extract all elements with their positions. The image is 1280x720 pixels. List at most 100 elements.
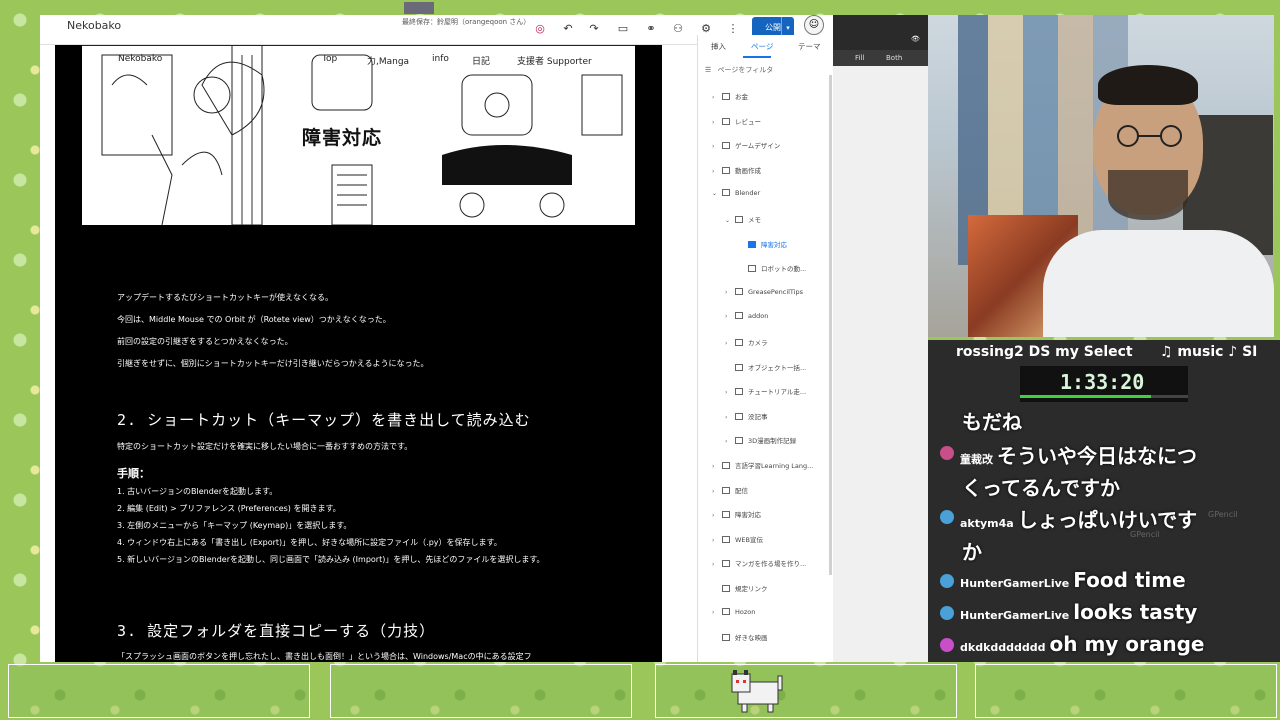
page-icon — [735, 216, 743, 223]
chevron-right-icon[interactable]: › — [712, 143, 722, 150]
chevron-down-icon[interactable]: ⌄ — [725, 217, 735, 224]
page-tree-item[interactable]: › 障害対応 — [712, 509, 761, 523]
page-tree-item[interactable]: › お金 — [712, 91, 748, 105]
chat-message: dkdkddddddd oh my orange — [940, 632, 1205, 656]
page-filter[interactable]: ☰ ページをフィルタ — [705, 65, 773, 75]
site-logo[interactable]: Nekobako — [118, 54, 162, 64]
chevron-right-icon[interactable]: › — [725, 340, 735, 347]
page-tree-item[interactable]: › 3D漫画制作記録 — [725, 435, 796, 449]
chevron-right-icon[interactable]: › — [712, 168, 722, 175]
gpencil-label: GPencil — [1208, 510, 1238, 519]
site-name[interactable]: Nekobako — [67, 19, 121, 32]
page-tree-label: お金 — [735, 93, 748, 101]
blender-toolbar — [833, 50, 928, 66]
chevron-right-icon[interactable]: › — [712, 463, 722, 470]
page-icon — [722, 511, 730, 519]
viewport-eye-icon[interactable]: 👁 — [911, 35, 920, 43]
blender-window-partial: Fill Both 👁 — [833, 15, 928, 662]
page-icon — [722, 634, 730, 642]
top-pixel-sprite — [404, 2, 434, 14]
blender-panel-ghost: GPencil GPencil — [1108, 510, 1280, 610]
chevron-right-icon[interactable]: › — [712, 561, 722, 568]
link-icon[interactable]: ⚭ — [643, 21, 659, 37]
page-tree-label: 規定リンク — [735, 585, 768, 593]
chat-message: くってるんですか — [962, 472, 1120, 501]
chat-message: か — [962, 536, 982, 565]
page-tree-item[interactable]: › 動画作成 — [712, 165, 761, 179]
tab-insert[interactable]: 挿入 — [711, 41, 726, 52]
tab-pages[interactable]: ページ — [751, 41, 773, 52]
page-tree-item[interactable]: ⌄ メモ — [725, 214, 761, 228]
page-tree-item[interactable]: › addon — [725, 312, 768, 326]
nav-item-manga[interactable]: 力,Manga — [367, 54, 409, 67]
page-tree-item[interactable]: › カメラ — [725, 337, 768, 351]
chevron-right-icon[interactable]: › — [725, 414, 735, 421]
page-icon — [722, 462, 730, 469]
tab-theme[interactable]: テーマ — [798, 41, 821, 52]
page-tree-label: 障害対応 — [735, 511, 761, 520]
page-tree-item[interactable]: › 言語学習Learning Lang... — [712, 460, 813, 474]
chat-avatar — [940, 446, 954, 460]
pixel-cat-sprite — [731, 670, 783, 713]
page-tree-item[interactable]: › Hozon — [712, 607, 755, 622]
chevron-right-icon[interactable]: › — [712, 609, 722, 616]
chevron-right-icon[interactable]: › — [725, 438, 735, 445]
page-icon — [735, 412, 743, 420]
share-user-icon[interactable]: ⚇ — [670, 21, 686, 37]
undo-icon[interactable]: ↶ — [560, 21, 576, 37]
page-tree-item[interactable]: 規定リンク — [712, 583, 768, 597]
page-tree-item[interactable]: › 配信 — [712, 485, 748, 499]
chevron-down-icon[interactable]: ⌄ — [712, 190, 722, 197]
page-icon — [748, 240, 756, 248]
chat-message: 童裁改 そういや今日はなにつ — [940, 440, 1197, 469]
chevron-right-icon[interactable]: › — [725, 389, 735, 396]
nav-item-diary[interactable]: 日記 — [472, 54, 490, 67]
step-item: 3. 左側のメニューから「キーマップ (Keymap)」を選択します。 — [117, 521, 352, 530]
sidebar-scrollbar[interactable] — [829, 75, 832, 575]
page-tree-item[interactable]: › ゲームデザイン — [712, 140, 780, 154]
page-tree-item[interactable]: › 没記事 — [725, 411, 768, 425]
chevron-right-icon[interactable]: › — [725, 313, 735, 320]
timer-progress-fill — [1020, 395, 1152, 398]
redo-icon[interactable]: ↷ — [586, 21, 602, 37]
page-icon — [722, 560, 730, 568]
both-option[interactable]: Both — [886, 54, 902, 62]
page-tree-label: ゲームデザイン — [735, 142, 781, 151]
page-preview: Nekobako Top 力,Manga info 日記 支援者 Support… — [55, 45, 662, 662]
account-avatar[interactable]: ☺ — [804, 15, 824, 35]
chat-message: HunterGamerLive Food time — [940, 568, 1186, 592]
page-tree-item[interactable]: オブジェクト一括... — [725, 362, 806, 376]
page-tree-item[interactable]: › チュートリアル走... — [725, 386, 806, 400]
paragraph: アップデートするたびショートカットキーが使えなくなる。 — [117, 293, 333, 302]
chat-avatar — [940, 574, 954, 588]
chevron-right-icon[interactable]: › — [712, 537, 722, 544]
chevron-right-icon[interactable]: › — [725, 289, 735, 296]
chat-text: oh my orange — [1049, 632, 1205, 656]
page-tree-item[interactable]: 好きな映画 — [712, 632, 768, 646]
page-icon — [735, 312, 743, 320]
page-tree-item[interactable]: › マンガを作る場を作り... — [712, 558, 806, 572]
nav-item-info[interactable]: info — [432, 54, 449, 64]
chat-author: 童裁改 — [960, 453, 993, 466]
ai-assist-icon[interactable]: ◎ — [532, 21, 548, 37]
page-tree-item[interactable]: ⌄ Blender — [712, 189, 760, 203]
page-tree-item[interactable]: › WEB宣伝 — [712, 534, 763, 548]
fill-option[interactable]: Fill — [855, 54, 864, 62]
device-preview-icon[interactable]: ▭ — [615, 21, 631, 37]
chevron-right-icon[interactable]: › — [712, 119, 722, 126]
nav-item-supporter[interactable]: 支援者 Supporter — [517, 54, 592, 67]
page-tree-item[interactable]: › レビュー — [712, 116, 761, 130]
chevron-right-icon[interactable]: › — [712, 488, 722, 495]
save-status: 最終保存：鈴屋明（orangeqoon さん） — [402, 18, 531, 26]
editor-window: Nekobako 最終保存：鈴屋明（orangeqoon さん） ◎ ↶ ↷ ▭… — [40, 15, 833, 662]
page-tree-item[interactable]: 障害対応 — [738, 239, 787, 253]
page-icon — [722, 607, 730, 615]
chevron-right-icon[interactable]: › — [712, 512, 722, 519]
page-tree-item[interactable]: › GreasePencilTips — [725, 287, 803, 302]
publish-label: 公開 — [765, 23, 781, 32]
chevron-right-icon[interactable]: › — [712, 94, 722, 101]
page-tree-item[interactable]: ロボットの動... — [738, 263, 806, 277]
chat-author: aktym4a — [960, 517, 1014, 530]
nav-item-top[interactable]: Top — [322, 54, 337, 64]
bottom-panel — [975, 664, 1277, 718]
